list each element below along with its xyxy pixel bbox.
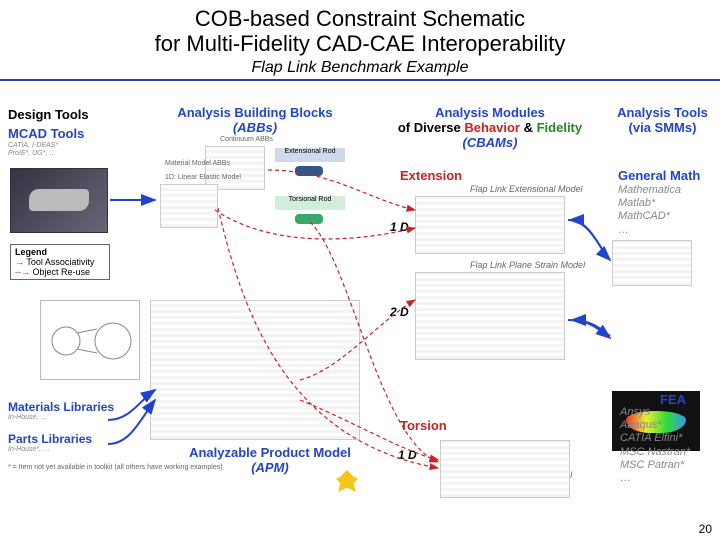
col-abb: Analysis Building Blocks (ABBs)	[160, 106, 350, 136]
col-tools: Analysis Tools (via SMMs)	[610, 106, 715, 136]
torsion-label: Torsion	[400, 418, 447, 433]
mat-model-label: Material Model ABBs	[165, 160, 230, 167]
extension-label: Extension	[400, 168, 462, 183]
partslib-group: Parts Libraries In-House*, …	[8, 432, 92, 453]
mcad-tools-list: CATIA, I-DEAS* Pro/E*, UG*, …	[8, 142, 118, 158]
apm-block	[150, 300, 360, 440]
tor-1d-block	[440, 440, 570, 498]
tools-header: Analysis Tools	[610, 106, 715, 121]
abb-header: Analysis Building Blocks	[160, 106, 350, 121]
tor-rod-toggle: Torsional Rod	[275, 196, 345, 210]
fea-label: FEA	[660, 392, 686, 407]
legend-box: Legend → Tool Associativity --→ Object R…	[10, 244, 110, 280]
footnote: * = Item not yet available in toolkit (a…	[8, 464, 248, 471]
apm-label: Analyzable Product Model	[180, 446, 360, 461]
cont-abb-label: Continuum ABBs	[220, 136, 273, 143]
ps-model-label: Flap Link Plane Strain Model	[470, 260, 585, 270]
modules-amp: &	[520, 120, 537, 135]
d1b-label: 1 D	[398, 448, 417, 462]
modules-behavior: Behavior	[464, 120, 520, 135]
matlib-sub: In-House, …	[8, 414, 114, 421]
ext-rod-shape	[295, 166, 323, 176]
part-drawing	[40, 300, 140, 380]
mathtools-list: Mathematica Matlab* MathCAD* …	[618, 184, 681, 237]
title-area: COB-based Constraint Schematic for Multi…	[0, 0, 720, 81]
legend-reuse: --→ Object Re-use	[15, 267, 105, 277]
d2-label: 2 D	[390, 305, 409, 319]
apm-label-group: Analyzable Product Model (APM)	[180, 446, 360, 476]
matlib-label: Materials Libraries	[8, 400, 114, 414]
subtitle: Flap Link Benchmark Example	[0, 59, 720, 77]
featools-list: Ansys Abaqus* CATIA Elfini* MSC Nastran*…	[620, 406, 690, 485]
partslib-label: Parts Libraries	[8, 432, 92, 446]
modules-line2: of Diverse Behavior & Fidelity	[395, 121, 585, 136]
math-screenshot	[612, 240, 692, 286]
design-header: Design Tools	[8, 108, 118, 123]
legend-assoc: → Tool Associativity	[15, 257, 105, 267]
tools-line2: (via SMMs)	[610, 121, 715, 136]
legend-title: Legend	[15, 247, 105, 257]
matlib-group: Materials Libraries In-House, …	[8, 400, 114, 421]
col-modules: Analysis Modules of Diverse Behavior & F…	[395, 106, 585, 151]
genmath-label: General Math	[618, 168, 700, 183]
title-line-1: COB-based Constraint Schematic	[0, 6, 720, 31]
modules-fidelity: Fidelity	[537, 120, 583, 135]
ext-1d-block	[415, 196, 565, 254]
mcad-tools-label: MCAD Tools	[8, 127, 118, 142]
tor-rod-shape	[295, 214, 323, 224]
ext-rod-toggle: Extensional Rod	[275, 148, 345, 162]
d1-label: 1 D	[390, 220, 409, 234]
cad-screenshot	[10, 168, 108, 233]
ext-model-label: Flap Link Extensional Model	[470, 184, 583, 194]
modules-header: Analysis Modules	[395, 106, 585, 121]
mat-abb-block	[160, 184, 218, 228]
abb-paren: (ABBs)	[160, 121, 350, 136]
title-line-2: for Multi-Fidelity CAD-CAE Interoperabil…	[0, 31, 720, 56]
modules-paren: (CBAMs)	[395, 136, 585, 151]
page-number: 20	[699, 522, 712, 536]
oneD-label: 1D: Linear Elastic Model	[165, 174, 241, 181]
partslib-sub: In-House*, …	[8, 446, 92, 453]
ps-2d-block	[415, 272, 565, 360]
col-design: Design Tools MCAD Tools CATIA, I-DEAS* P…	[8, 108, 118, 158]
modules-of-diverse: of Diverse	[398, 120, 464, 135]
